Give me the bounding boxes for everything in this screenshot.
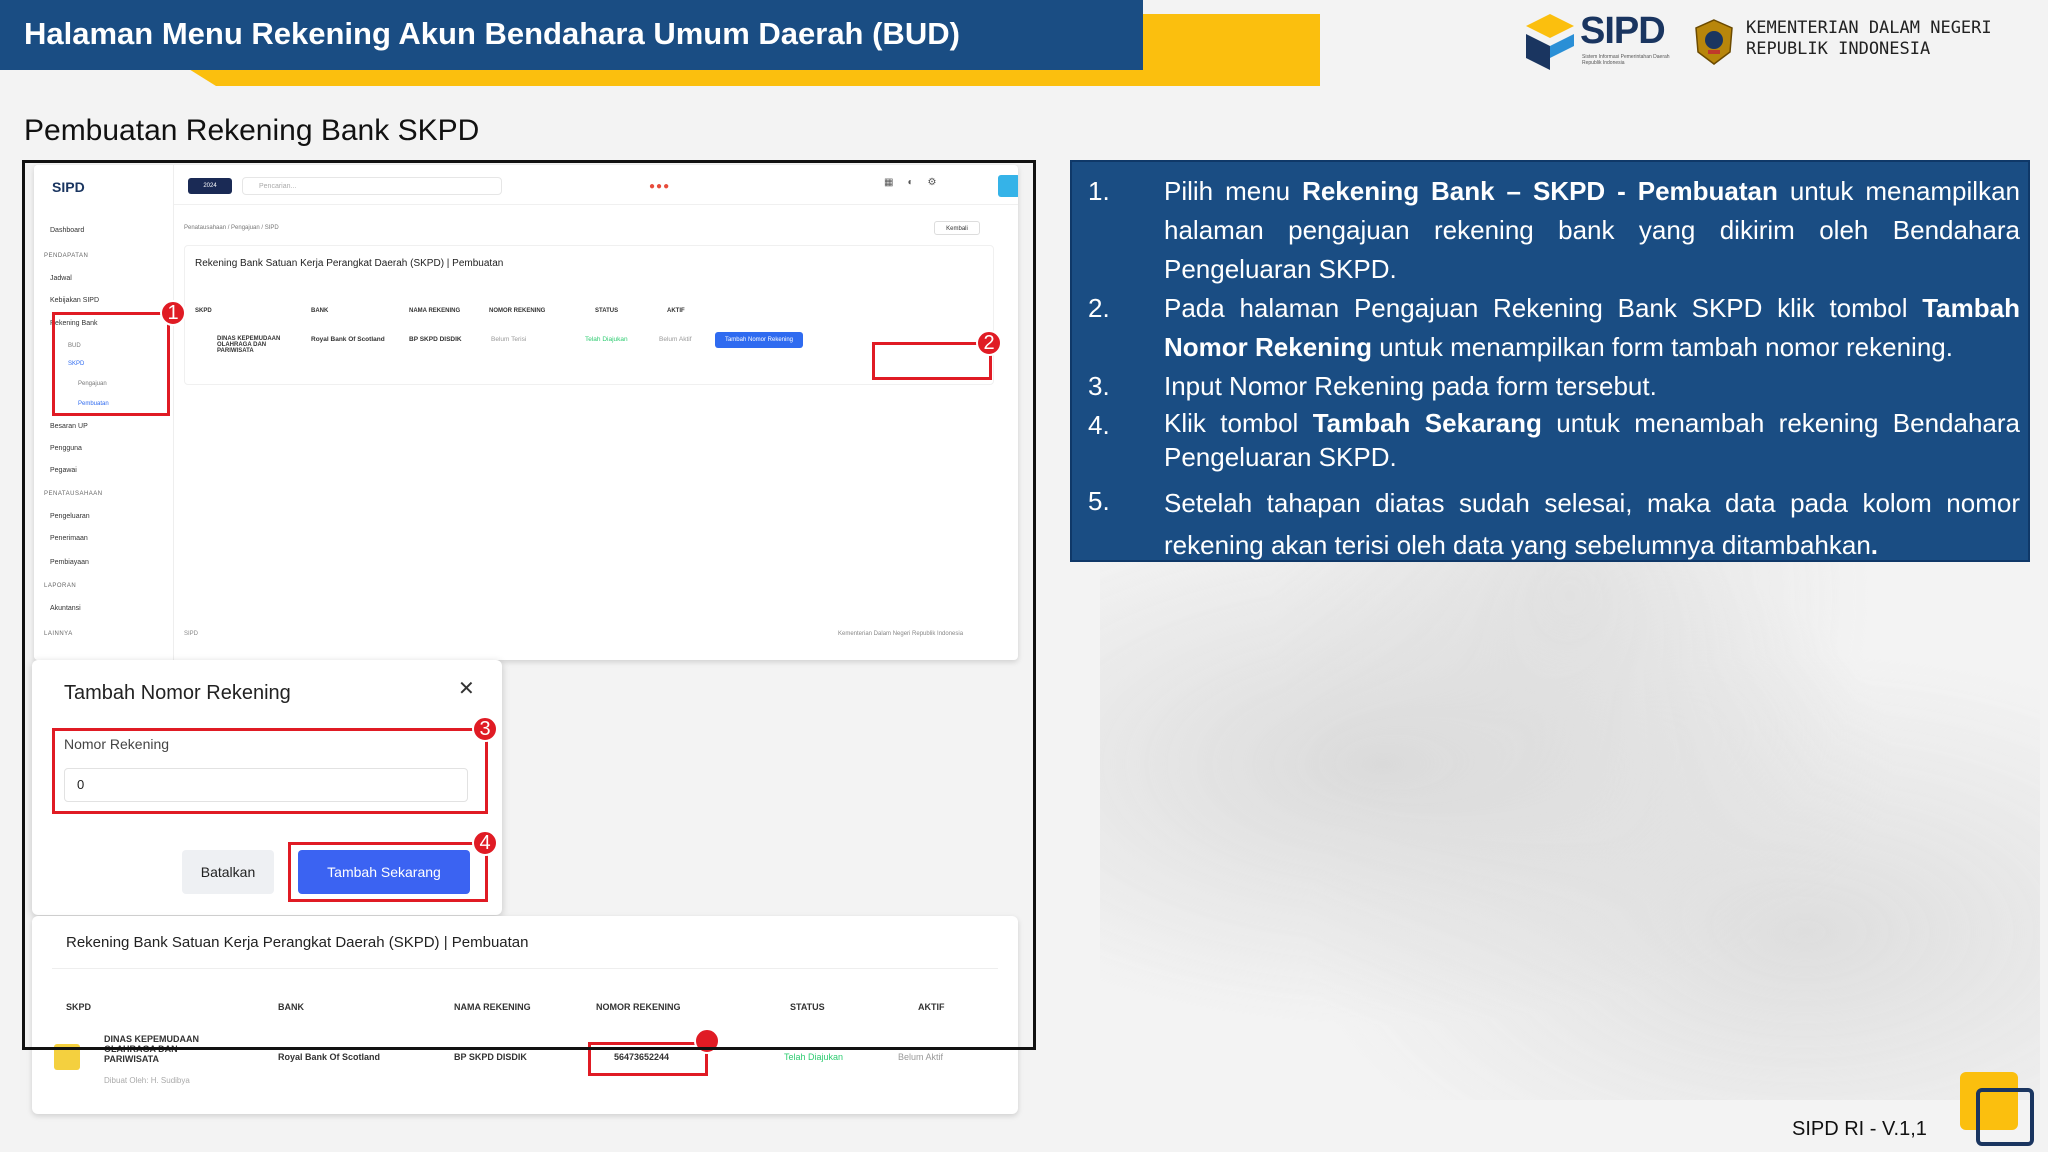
kemendagri-emblem-icon bbox=[1695, 19, 1733, 65]
sipd-logo-icon bbox=[1526, 14, 1574, 70]
background-map bbox=[1100, 540, 2040, 1100]
step-1-text: Pilih menu Rekening Bank – SKPD - Pembua… bbox=[1164, 176, 2020, 284]
step-2-number: 2. bbox=[1088, 293, 1110, 323]
step-3-number: 3. bbox=[1088, 371, 1110, 401]
screenshot-frame bbox=[22, 160, 1036, 1050]
sipd-logo-text: SIPD bbox=[1580, 10, 1666, 52]
step-2-text: Pada halaman Pengajuan Rekening Bank SKP… bbox=[1164, 293, 2020, 362]
step-5: 5. Setelah tahapan diatas sudah selesai,… bbox=[1088, 482, 2020, 562]
cell-nama-rekening: BP SKPD DISDIK bbox=[454, 1052, 527, 1062]
step-4-number: 4. bbox=[1088, 410, 1110, 440]
step-1-number: 1. bbox=[1088, 176, 1110, 206]
cell-bank: Royal Bank Of Scotland bbox=[278, 1052, 381, 1062]
instructions-panel: 1. Pilih menu Rekening Bank – SKPD - Pem… bbox=[1070, 160, 2030, 562]
ministry-name: KEMENTERIAN DALAM NEGERI REPUBLIK INDONE… bbox=[1746, 18, 1992, 60]
step-2: 2. Pada halaman Pengajuan Rekening Bank … bbox=[1088, 289, 2020, 369]
header-title: Halaman Menu Rekening Akun Bendahara Umu… bbox=[24, 16, 960, 51]
cell-skpd-sub: Dibuat Oleh: H. Sudibya bbox=[104, 1076, 190, 1085]
step-1: 1. Pilih menu Rekening Bank – SKPD - Pem… bbox=[1088, 172, 2020, 292]
step-4-text: Klik tombol Tambah Sekarang untuk menamb… bbox=[1164, 408, 2021, 472]
step-5-text: Setelah tahapan diatas sudah selesai, ma… bbox=[1164, 488, 2020, 560]
step-3-text: Input Nomor Rekening pada form tersebut. bbox=[1164, 371, 1657, 401]
cell-aktif: Belum Aktif bbox=[898, 1052, 944, 1062]
corner-decoration-blue bbox=[1976, 1088, 2034, 1146]
step-4: 4. Klik tombol Tambah Sekarang untuk men… bbox=[1088, 406, 2020, 486]
page-title: Pembuatan Rekening Bank SKPD bbox=[24, 114, 480, 147]
sipd-logo-subtitle: Sistem Informasi Pemerintahan Daerah Rep… bbox=[1582, 54, 1670, 66]
version-label: SIPD RI - V.1,1 bbox=[1792, 1118, 1927, 1140]
ministry-line2: REPUBLIK INDONESIA bbox=[1746, 39, 1931, 59]
step-5-number: 5. bbox=[1088, 486, 1110, 516]
ministry-line1: KEMENTERIAN DALAM NEGERI bbox=[1746, 18, 1992, 38]
cell-status: Telah Diajukan bbox=[784, 1052, 844, 1062]
step-3: 3. Input Nomor Rekening pada form terseb… bbox=[1088, 367, 2008, 407]
